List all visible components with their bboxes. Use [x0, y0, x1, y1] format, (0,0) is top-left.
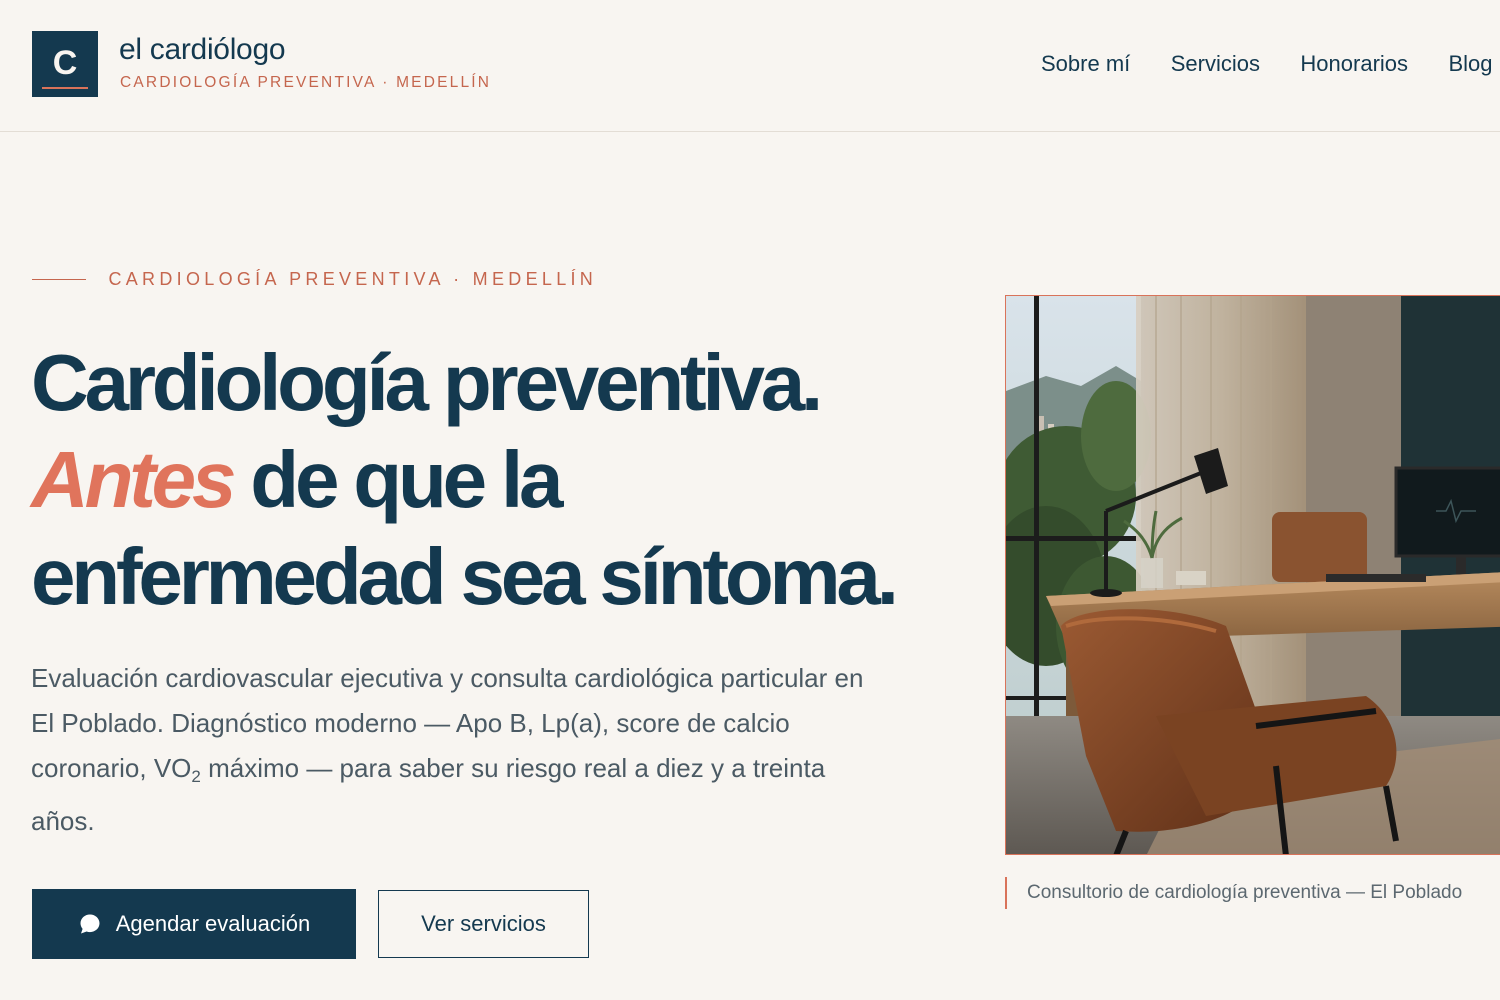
logo-mark[interactable]: C	[32, 31, 98, 97]
photo-caption-text: Consultorio de cardiología preventiva — …	[1027, 882, 1463, 903]
headline-line-2: de que la	[232, 435, 563, 524]
eyebrow-rule	[32, 279, 86, 280]
logo-underline	[42, 87, 88, 89]
view-services-button[interactable]: Ver servicios	[378, 890, 589, 958]
nav-link-honorarios[interactable]: Honorarios	[1300, 51, 1408, 77]
brand-name[interactable]: el cardiólogo	[119, 33, 286, 67]
chat-bubble-icon	[80, 914, 100, 934]
schedule-evaluation-button[interactable]: Agendar evaluación	[32, 889, 356, 959]
lead-subscript: 2	[191, 767, 201, 786]
nav-link-sobre-mi[interactable]: Sobre mí	[1041, 51, 1130, 77]
main-nav: Sobre mí Servicios Honorarios Blog	[1041, 51, 1500, 77]
hero-headline: Cardiología preventiva. Antes de que la …	[31, 334, 931, 625]
view-services-label: Ver servicios	[421, 911, 546, 936]
schedule-evaluation-label: Agendar evaluación	[115, 911, 311, 936]
headline-line-1: Cardiología preventiva.	[31, 338, 823, 427]
logo-letter: C	[52, 43, 78, 82]
site-header: C el cardiólogo CARDIOLOGÍA PREVENTIVA ·…	[0, 0, 1500, 132]
eyebrow-text: CARDIOLOGÍA PREVENTIVA · MEDELLÍN	[108, 269, 598, 289]
hero-lead-paragraph: Evaluación cardiovascular ejecutiva y co…	[31, 656, 891, 844]
headline-line-3: enfermedad sea síntoma.	[31, 532, 899, 621]
page: C el cardiólogo CARDIOLOGÍA PREVENTIVA ·…	[0, 0, 1500, 1000]
brand-tagline: CARDIOLOGÍA PREVENTIVA · MEDELLÍN	[120, 74, 492, 91]
nav-link-blog[interactable]: Blog	[1448, 51, 1492, 77]
office-photo-illustration	[1006, 296, 1500, 854]
headline-accent: Antes	[31, 435, 236, 524]
nav-link-servicios[interactable]: Servicios	[1171, 51, 1260, 77]
hero-office-photo	[1005, 295, 1500, 855]
photo-caption: Consultorio de cardiología preventiva — …	[1005, 877, 1462, 909]
hero-eyebrow: CARDIOLOGÍA PREVENTIVA · MEDELLÍN	[32, 269, 597, 290]
